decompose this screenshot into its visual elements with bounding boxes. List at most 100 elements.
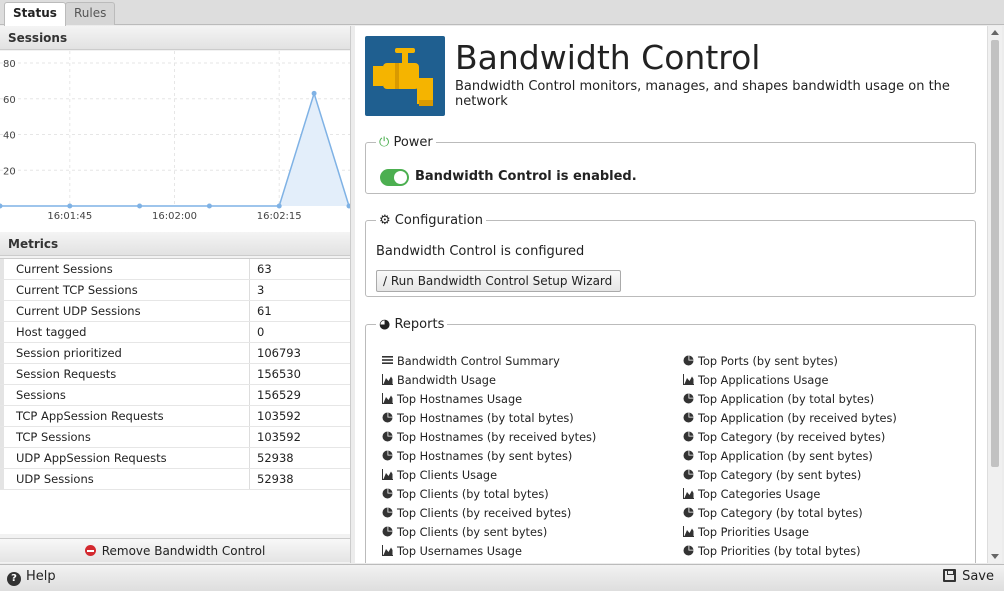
metric-name: TCP AppSession Requests [0, 406, 250, 426]
report-link-label: Top Priorities Usage [698, 526, 809, 539]
metrics-row: Host tagged 0 [0, 322, 350, 343]
help-button[interactable]: ? Help [7, 569, 56, 586]
scroll-thumb[interactable] [991, 40, 999, 467]
power-section: ⏻ Power Bandwidth Control is enabled. [365, 135, 976, 194]
area-chart-icon [382, 374, 397, 387]
remove-app-button[interactable]: Remove Bandwidth Control [0, 538, 350, 562]
area-chart-icon [683, 374, 698, 387]
bottom-toolbar: ? Help Save [0, 564, 1004, 591]
report-link-label: Top Application (by received bytes) [698, 412, 897, 425]
power-status: Bandwidth Control is enabled. [415, 169, 637, 184]
report-link[interactable]: Top Clients (by total bytes) [382, 485, 596, 504]
chart-point[interactable] [67, 203, 73, 209]
save-label: Save [962, 569, 994, 584]
chart-point[interactable] [276, 203, 282, 209]
report-link[interactable]: Top Category (by sent bytes) [683, 466, 897, 485]
metrics-row: Current UDP Sessions 61 [0, 301, 350, 322]
reports-section: ◕ Reports Bandwidth Control Summary Bandw… [365, 317, 976, 563]
metric-value: 156529 [257, 388, 301, 402]
report-link[interactable]: Top Clients (by received bytes) [382, 504, 596, 523]
report-link[interactable]: Bandwidth Usage [382, 371, 596, 390]
configuration-legend: ⚙ Configuration [376, 213, 486, 228]
report-link-label: Top Clients Usage [397, 469, 498, 482]
report-link[interactable]: Top Category (by total bytes) [683, 504, 897, 523]
report-link[interactable]: Top Hostnames (by received bytes) [382, 428, 596, 447]
metric-name: UDP AppSession Requests [0, 448, 250, 468]
report-link[interactable]: Top Application (by sent bytes) [683, 447, 897, 466]
metric-value: 103592 [257, 409, 301, 423]
report-link[interactable]: Top Usernames (by total bytes) [382, 561, 596, 563]
power-icon: ⏻ [379, 135, 390, 150]
report-link-label: Top Application (by total bytes) [698, 393, 875, 406]
chart-point[interactable] [206, 203, 212, 209]
report-link-label: Top Applications Usage [698, 374, 829, 387]
report-link[interactable]: Top Category (by received bytes) [683, 428, 897, 447]
x-tick-label: 16:02:15 [257, 211, 302, 222]
y-tick-label: 60 [3, 95, 16, 106]
metric-value: 0 [257, 325, 265, 339]
metric-value: 61 [257, 304, 272, 318]
power-legend-text: Power [393, 135, 433, 150]
metrics-row: Current Sessions 63 [0, 259, 350, 280]
report-link[interactable]: Top Ports (by sent bytes) [683, 352, 897, 371]
report-link[interactable]: Top Application (by received bytes) [683, 409, 897, 428]
sessions-chart: 20 40 60 80 16:01:45 16:02:00 16:02:15 [0, 51, 352, 251]
setup-wizard-button[interactable]: ∕ Run Bandwidth Control Setup Wizard [376, 270, 622, 292]
report-link-label: Top Priorities (by total bytes) [698, 545, 861, 558]
pie-chart-icon [382, 412, 397, 425]
pie-chart-icon [382, 431, 397, 444]
report-link[interactable]: Top Hostnames (by sent bytes) [382, 447, 596, 466]
left-panel: Sessions 20 40 60 80 16:01:45 16:02:00 16:02:1… [0, 26, 352, 563]
configuration-status: Bandwidth Control is configured [376, 244, 585, 259]
report-link[interactable]: Top Applications Usage [683, 371, 897, 390]
report-link[interactable]: Top Countries Usage [683, 561, 897, 563]
app-description: Bandwidth Control monitors, manages, and… [455, 79, 950, 109]
tab-status[interactable]: Status [4, 2, 66, 26]
pie-chart-icon [683, 431, 698, 444]
report-link[interactable]: Top Clients Usage [382, 466, 596, 485]
chart-point[interactable] [137, 203, 143, 209]
report-link[interactable]: Top Hostnames (by total bytes) [382, 409, 596, 428]
metrics-row: TCP AppSession Requests 103592 [0, 406, 350, 427]
power-toggle[interactable] [380, 169, 409, 186]
pie-chart-icon [382, 507, 397, 520]
report-link[interactable]: Top Application (by total bytes) [683, 390, 897, 409]
chart-point[interactable] [0, 203, 3, 209]
gear-icon: ⚙ [379, 213, 391, 228]
metrics-row: UDP AppSession Requests 52938 [0, 448, 350, 469]
metric-value: 52938 [257, 451, 294, 465]
chart-point[interactable] [311, 90, 317, 96]
report-link[interactable]: Top Priorities Usage [683, 523, 897, 542]
report-link-label: Top Clients (by total bytes) [397, 488, 549, 501]
reports-legend-text: Reports [394, 317, 445, 332]
report-link[interactable]: Top Clients (by sent bytes) [382, 523, 596, 542]
report-link-label: Top Category (by total bytes) [698, 507, 863, 520]
report-link-label: Top Hostnames (by sent bytes) [397, 450, 573, 463]
report-link[interactable]: Bandwidth Control Summary [382, 352, 596, 371]
app-title: Bandwidth Control [455, 38, 761, 77]
metric-value: 156530 [257, 367, 301, 381]
metric-value: 63 [257, 262, 272, 276]
save-button[interactable]: Save [943, 569, 994, 584]
report-link[interactable]: Top Hostnames Usage [382, 390, 596, 409]
scroll-up-arrow-icon[interactable] [991, 30, 999, 35]
report-link-label: Top Clients (by sent bytes) [397, 526, 548, 539]
tab-rules[interactable]: Rules [65, 2, 116, 25]
remove-icon [84, 545, 96, 556]
metric-name: TCP Sessions [0, 427, 250, 447]
right-panel-scrollbar[interactable] [987, 26, 1002, 563]
report-link[interactable]: Top Usernames Usage [382, 542, 596, 561]
report-link-label: Top Category (by sent bytes) [698, 469, 862, 482]
reports-legend: ◕ Reports [376, 317, 447, 332]
scroll-down-arrow-icon[interactable] [991, 554, 999, 559]
report-link-label: Bandwidth Control Summary [397, 355, 560, 368]
area-chart-icon [683, 488, 698, 501]
metric-value: 103592 [257, 430, 301, 444]
report-link[interactable]: Top Categories Usage [683, 485, 897, 504]
metrics-table: Current Sessions 63 Current TCP Sessions 3 C… [0, 258, 350, 534]
area-chart-icon [683, 526, 698, 539]
reports-column-1: Bandwidth Control Summary Bandwidth Usage… [382, 352, 596, 563]
configuration-section: ⚙ Configuration Bandwidth Control is con… [365, 213, 976, 297]
report-link[interactable]: Top Priorities (by total bytes) [683, 542, 897, 561]
configuration-legend-text: Configuration [394, 213, 483, 228]
